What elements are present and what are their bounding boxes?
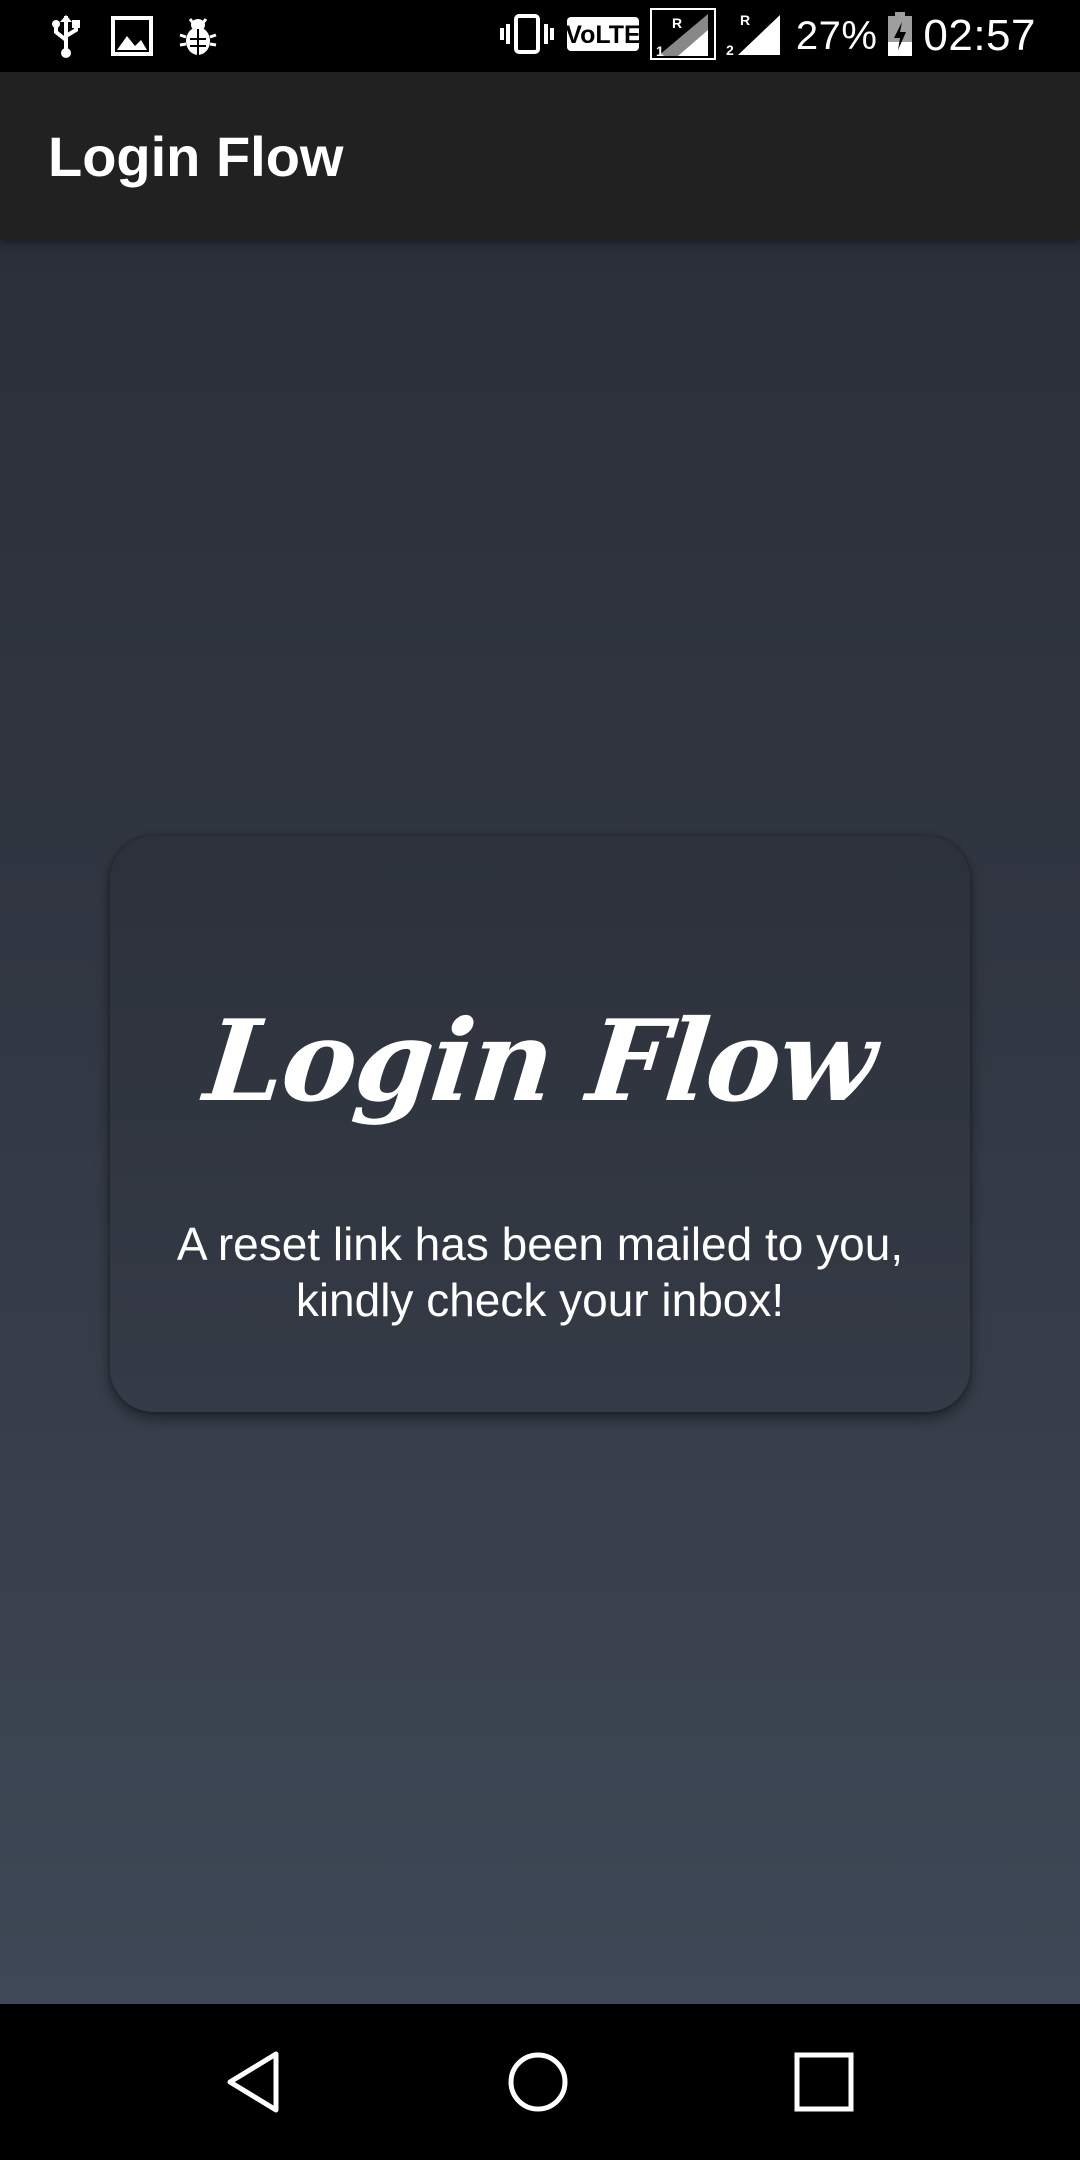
app-bar: Login Flow — [0, 72, 1080, 240]
clock: 02:57 — [923, 11, 1036, 60]
app-logo-text: Login Flow — [199, 996, 881, 1127]
recents-icon — [794, 2052, 854, 2112]
reset-confirmation-card: Login Flow A reset link has been mailed … — [110, 836, 970, 1412]
navigation-bar — [0, 2004, 1080, 2160]
home-icon — [508, 2052, 568, 2112]
back-icon — [227, 2051, 279, 2113]
signal-sim1-icon: R 1 — [649, 7, 716, 65]
svg-text:R: R — [672, 15, 682, 31]
status-bar: VoLTE R 1 R 2 27% 02:57 — [0, 0, 1080, 72]
content-area: Login Flow A reset link has been mailed … — [0, 240, 1080, 2004]
home-button[interactable] — [498, 2042, 578, 2122]
image-icon — [110, 14, 154, 58]
volte-icon: VoLTE — [565, 16, 641, 57]
back-button[interactable] — [214, 2042, 294, 2122]
recents-button[interactable] — [784, 2042, 864, 2122]
vibrate-icon — [498, 12, 556, 61]
volte-label: VoLTE — [566, 21, 640, 49]
app-bar-title: Login Flow — [48, 125, 344, 188]
signal-sim2-icon: R 2 — [726, 9, 782, 64]
svg-text:2: 2 — [726, 42, 734, 58]
reset-link-message: A reset link has been mailed to you, kin… — [176, 1218, 904, 1326]
status-system-icons: VoLTE R 1 R 2 27% 02:57 — [488, 0, 1036, 72]
status-notification-icons — [44, 0, 242, 72]
screen: VoLTE R 1 R 2 27% 02:57 Login Flow Login… — [0, 0, 1080, 2160]
bug-icon — [176, 14, 220, 58]
svg-text:R: R — [740, 12, 750, 28]
battery-percent: 27% — [795, 13, 878, 58]
svg-text:1: 1 — [656, 43, 664, 59]
battery-charging-icon — [887, 11, 913, 61]
usb-icon — [44, 14, 88, 58]
